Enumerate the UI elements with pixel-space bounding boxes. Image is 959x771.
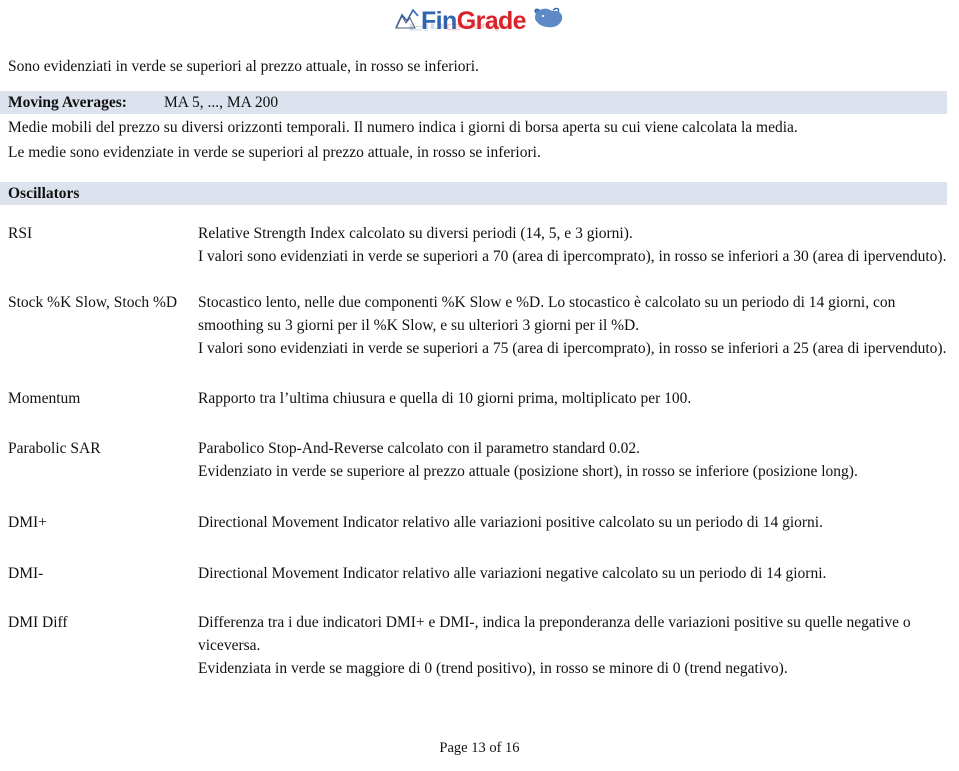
logo-wordmark: FinGrade bbox=[421, 7, 527, 35]
indicator-desc-line: Rapporto tra l’ultima chiusura e quella … bbox=[198, 390, 692, 407]
indicator-description: Differenza tra i due indicatori DMI+ e D… bbox=[198, 611, 950, 680]
indicator-term: DMI- bbox=[8, 565, 44, 582]
indicator-row-stoch: Stock %K Slow, Stoch %D Stocastico lento… bbox=[8, 291, 951, 360]
indicator-description: Stocastico lento, nelle due componenti %… bbox=[198, 291, 950, 360]
section-moving-averages-header: Moving Averages: MA 5, ..., MA 200 bbox=[0, 91, 947, 114]
indicator-row-momentum: Momentum Rapporto tra l’ultima chiusura … bbox=[8, 387, 951, 410]
indicator-row-parabolic-sar: Parabolic SAR Parabolico Stop-And-Revers… bbox=[8, 437, 951, 483]
indicator-description: Directional Movement Indicator relativo … bbox=[198, 562, 950, 585]
fingrade-logo: FinGrade FinGrade bbox=[394, 6, 565, 37]
indicator-description: Directional Movement Indicator relativo … bbox=[198, 511, 950, 534]
indicator-term: Momentum bbox=[8, 390, 81, 407]
intro-paragraph: Sono evidenziati in verde se superiori a… bbox=[8, 58, 479, 75]
indicator-desc-line: Directional Movement Indicator relativo … bbox=[198, 514, 823, 531]
indicator-description: Parabolico Stop-And-Reverse calcolato co… bbox=[198, 437, 950, 483]
indicator-term: RSI bbox=[8, 225, 33, 242]
indicator-row-dmi-minus: DMI- Directional Movement Indicator rela… bbox=[8, 562, 951, 585]
indicator-row-rsi: RSI Relative Strength Index calcolato su… bbox=[8, 222, 951, 268]
page-header: FinGrade FinGrade bbox=[0, 0, 959, 48]
indicator-description: Rapporto tra l’ultima chiusura e quella … bbox=[198, 387, 950, 410]
indicator-row-dmi-diff: DMI Diff Differenza tra i due indicatori… bbox=[8, 611, 951, 680]
indicator-desc-line: Evidenziata in verde se maggiore di 0 (t… bbox=[198, 660, 788, 677]
indicator-term: DMI Diff bbox=[8, 614, 68, 631]
moving-averages-value: MA 5, ..., MA 200 bbox=[163, 93, 279, 111]
logo-text-grade: Grade bbox=[456, 7, 527, 35]
indicator-term: Stock %K Slow, Stoch %D bbox=[8, 294, 178, 311]
indicator-desc-line: Differenza tra i due indicatori DMI+ e D… bbox=[198, 614, 911, 654]
indicator-desc-line: Relative Strength Index calcolato su div… bbox=[198, 225, 633, 242]
indicator-row-dmi-plus: DMI+ Directional Movement Indicator rela… bbox=[8, 511, 951, 534]
moving-averages-desc-line-1: Medie mobili del prezzo su diversi orizz… bbox=[8, 119, 798, 136]
document-body: Sono evidenziati in verde se superiori a… bbox=[0, 48, 959, 680]
moving-averages-label: Moving Averages: bbox=[8, 93, 127, 111]
logo-text-fin: Fin bbox=[421, 7, 457, 35]
moving-averages-desc-line-2: Le medie sono evidenziate in verde se su… bbox=[8, 144, 541, 161]
indicator-term: Parabolic SAR bbox=[8, 440, 101, 457]
indicator-desc-line: I valori sono evidenziati in verde se su… bbox=[198, 248, 947, 265]
indicator-desc-line: Directional Movement Indicator relativo … bbox=[198, 565, 827, 582]
indicator-desc-line: Stocastico lento, nelle due componenti %… bbox=[198, 294, 896, 334]
indicator-desc-line: I valori sono evidenziati in verde se su… bbox=[198, 340, 947, 357]
indicator-term: DMI+ bbox=[8, 514, 47, 531]
page-footer: Page 13 of 16 bbox=[439, 740, 520, 756]
oscillators-heading: Oscillators bbox=[8, 184, 80, 202]
indicator-desc-line: Parabolico Stop-And-Reverse calcolato co… bbox=[198, 440, 641, 457]
bull-icon bbox=[531, 6, 565, 37]
indicator-desc-line: Evidenziato in verde se superiore al pre… bbox=[198, 463, 858, 480]
indicator-description: Relative Strength Index calcolato su div… bbox=[198, 222, 950, 268]
mountain-chart-icon bbox=[394, 7, 420, 36]
section-oscillators-header: Oscillators bbox=[0, 182, 947, 205]
